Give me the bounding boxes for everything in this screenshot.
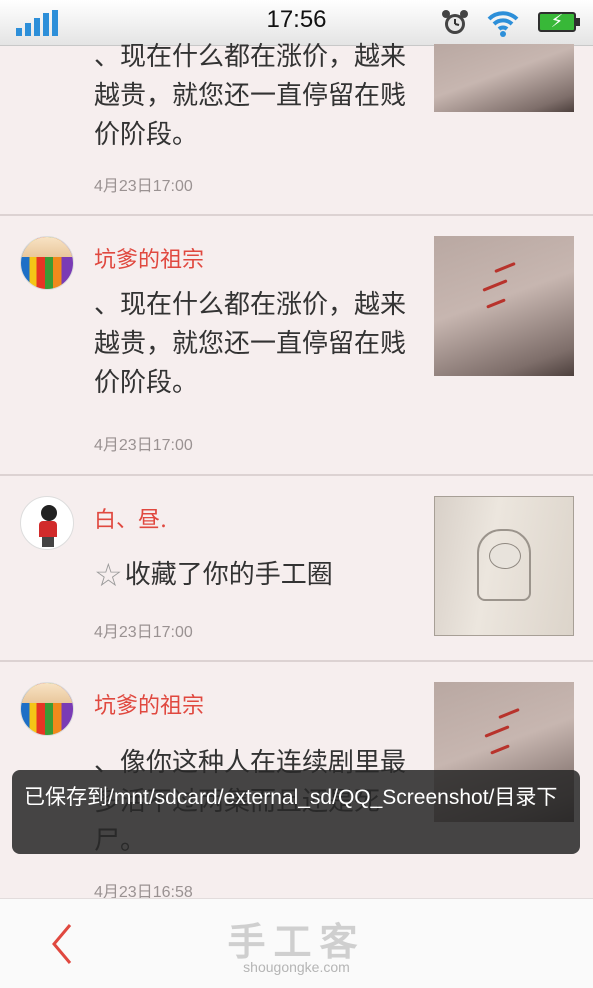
avatar[interactable]: [20, 682, 74, 736]
alarm-icon: [442, 10, 468, 34]
list-item[interactable]: 、现在什么都在涨价，越来越贵，就您还一直停留在贱价阶段。 4月23日17:00: [0, 42, 593, 216]
comment-timestamp: 4月23日17:00: [94, 178, 193, 195]
comment-text: 、现在什么都在涨价，越来越贵，就您还一直停留在贱价阶段。: [94, 42, 407, 150]
wifi-icon: [487, 11, 519, 37]
bottom-bar: 手工客 shougongke.com: [0, 898, 593, 988]
list-item[interactable]: 白、昼. ☆收藏了你的手工圈 4月23日17:00: [0, 476, 593, 662]
comment-timestamp: 4月23日17:00: [94, 624, 193, 641]
star-icon: ☆: [94, 556, 123, 594]
username[interactable]: 坑爹的祖宗: [94, 688, 204, 720]
toast-notification: 已保存到/mnt/sdcard/external_sd/QQ_Screensho…: [12, 770, 580, 854]
site-logo-url: shougongke.com: [243, 959, 350, 975]
post-thumbnail[interactable]: [434, 496, 574, 636]
post-thumbnail[interactable]: [434, 236, 574, 376]
comment-timestamp: 4月23日17:00: [94, 437, 193, 454]
site-logo: 手工客: [227, 919, 366, 964]
battery-charging-icon: ⚡: [538, 11, 580, 32]
post-thumbnail[interactable]: [434, 44, 574, 112]
username[interactable]: 白、昼.: [94, 502, 167, 534]
avatar[interactable]: [20, 236, 74, 290]
comment-text: ☆收藏了你的手工圈: [94, 556, 333, 594]
avatar[interactable]: [20, 496, 74, 550]
comment-text: 、现在什么都在涨价，越来越贵，就您还一直停留在贱价阶段。: [94, 290, 407, 398]
list-item[interactable]: 坑爹的祖宗 、现在什么都在涨价，越来越贵，就您还一直停留在贱价阶段。 4月23日…: [0, 216, 593, 476]
toast-message: 已保存到/mnt/sdcard/external_sd/QQ_Screensho…: [24, 786, 558, 809]
username[interactable]: 坑爹的祖宗: [94, 242, 204, 274]
